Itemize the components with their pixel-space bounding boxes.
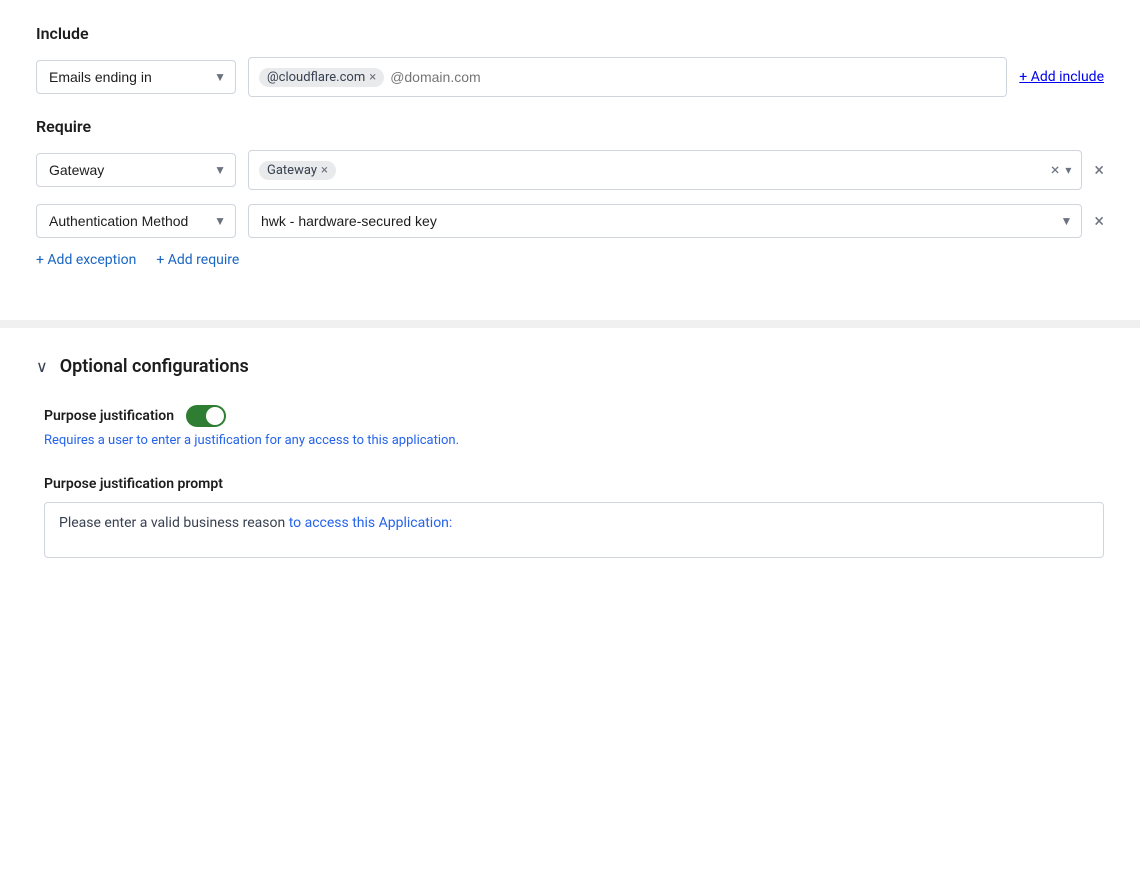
include-type-select[interactable]: Emails ending in Emails matching Everyon… <box>36 60 236 94</box>
prompt-text-plain: Please enter a valid business reason <box>59 515 289 531</box>
purpose-justification-toggle[interactable]: ✓ <box>186 405 226 427</box>
include-domain-input[interactable] <box>390 69 996 85</box>
section-divider <box>0 320 1140 328</box>
require-section: Require Gateway Authentication Method Ev… <box>36 117 1104 276</box>
toggle-check-icon: ✓ <box>213 411 221 422</box>
require-gateway-controls: × ▾ <box>1051 162 1072 178</box>
optional-chevron-icon[interactable]: ∨ <box>36 357 48 376</box>
require-gateway-dropdown-icon[interactable]: ▾ <box>1065 163 1071 177</box>
include-value-input-wrapper[interactable]: @cloudflare.com × <box>248 57 1007 97</box>
optional-configurations-title: Optional configurations <box>60 356 249 377</box>
bottom-section: ∨ Optional configurations Purpose justif… <box>0 328 1140 618</box>
require-auth-value-select[interactable]: hwk - hardware-secured key password mfa <box>248 204 1082 238</box>
require-gateway-clear-icon[interactable]: × <box>1051 162 1060 178</box>
purpose-justification-prompt-block: Purpose justification prompt Please ente… <box>36 476 1104 558</box>
purpose-justification-prompt-text: Please enter a valid business reason to … <box>59 515 1089 531</box>
require-auth-value-wrapper: hwk - hardware-secured key password mfa … <box>248 204 1082 238</box>
purpose-justification-block: Purpose justification ✓ Requires a user … <box>36 405 1104 448</box>
purpose-justification-prompt-label: Purpose justification prompt <box>44 476 1104 492</box>
require-auth-row-remove-icon[interactable]: × <box>1094 211 1104 232</box>
include-row: Emails ending in Emails matching Everyon… <box>36 57 1104 97</box>
purpose-justification-label: Purpose justification <box>44 408 174 424</box>
add-exception-link[interactable]: + Add exception <box>36 252 136 268</box>
prompt-text-highlight: to access this Application: <box>289 515 453 531</box>
require-gateway-value-wrapper[interactable]: Gateway × × ▾ <box>248 150 1082 190</box>
require-auth-row: Authentication Method Gateway Everyone ▼… <box>36 204 1104 238</box>
require-gateway-input[interactable] <box>342 162 1045 178</box>
require-add-links: + Add exception + Add require <box>36 252 1104 276</box>
require-gateway-row: Gateway Authentication Method Everyone ▼… <box>36 150 1104 190</box>
require-gateway-type-select[interactable]: Gateway Authentication Method Everyone <box>36 153 236 187</box>
require-title: Require <box>36 117 1104 136</box>
require-auth-type-wrapper: Authentication Method Gateway Everyone ▼ <box>36 204 236 238</box>
purpose-justification-row: Purpose justification ✓ <box>44 405 1104 427</box>
require-gateway-tag-remove-icon[interactable]: × <box>321 164 328 177</box>
require-auth-type-select[interactable]: Authentication Method Gateway Everyone <box>36 204 236 238</box>
include-tag-cloudflare: @cloudflare.com × <box>259 68 384 87</box>
require-gateway-tag: Gateway × <box>259 161 336 180</box>
optional-configurations-header: ∨ Optional configurations <box>36 356 1104 377</box>
require-gateway-row-remove-icon[interactable]: × <box>1094 160 1104 181</box>
require-gateway-tag-value: Gateway <box>267 163 317 178</box>
include-tag-value: @cloudflare.com <box>267 70 365 85</box>
purpose-justification-desc: Requires a user to enter a justification… <box>44 433 1104 448</box>
include-title: Include <box>36 24 1104 43</box>
add-require-link[interactable]: + Add require <box>156 252 239 268</box>
add-include-link[interactable]: + Add include <box>1019 69 1104 85</box>
purpose-justification-prompt-input[interactable]: Please enter a valid business reason to … <box>44 502 1104 558</box>
top-section: Include Emails ending in Emails matching… <box>0 0 1140 320</box>
include-type-select-wrapper: Emails ending in Emails matching Everyon… <box>36 60 236 94</box>
include-section: Include Emails ending in Emails matching… <box>36 24 1104 97</box>
require-gateway-type-wrapper: Gateway Authentication Method Everyone ▼ <box>36 153 236 187</box>
include-tag-remove-icon[interactable]: × <box>369 71 376 84</box>
